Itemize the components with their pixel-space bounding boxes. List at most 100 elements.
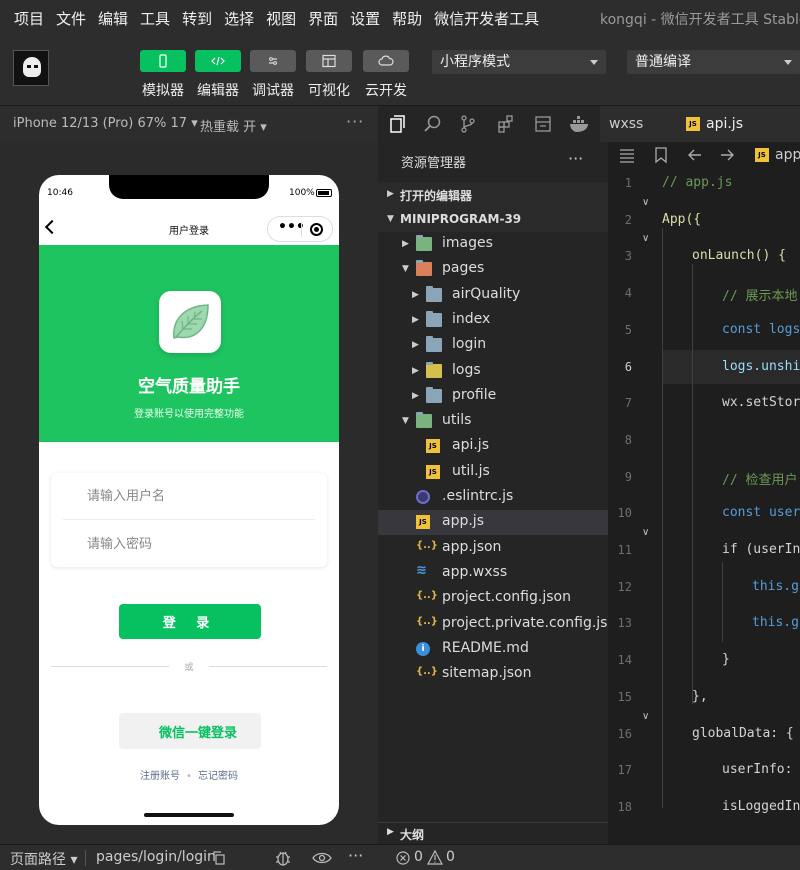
files-icon[interactable] (388, 114, 408, 134)
line-number: 7 (624, 396, 632, 411)
extensions-icon[interactable] (496, 114, 516, 134)
editor-toggle-button[interactable] (195, 50, 241, 72)
mode-select[interactable]: 小程序模式 (432, 50, 606, 74)
docker-icon[interactable] (568, 114, 592, 134)
menu-item[interactable]: 编辑 (98, 8, 128, 29)
fold-chevron-icon[interactable]: ∨ (642, 527, 649, 538)
nav-bar: 用户登录 ••• (39, 215, 339, 245)
username-input[interactable] (87, 481, 307, 511)
code-line: // 展示本地 (722, 289, 798, 305)
tree-item[interactable]: {..} app.json (378, 536, 608, 561)
simulator-more-button[interactable]: ··· (346, 112, 364, 131)
tree-item[interactable]: ▶ login (378, 333, 608, 358)
hot-reload-toggle[interactable]: 热重载 开 ▾ (200, 116, 267, 135)
layout-icon (322, 54, 336, 68)
statusbar-more-button[interactable]: ··· (348, 846, 363, 865)
user-avatar[interactable] (13, 50, 49, 86)
debugger-label: 调试器 (252, 83, 294, 99)
js-file-icon: JS (755, 148, 769, 162)
source-control-icon[interactable] (458, 114, 478, 134)
arrow-left-icon[interactable] (686, 146, 704, 164)
menu-item[interactable]: 微信开发者工具 (434, 8, 539, 29)
warning-icon[interactable] (427, 850, 443, 865)
menu-item[interactable]: 选择 (224, 8, 254, 29)
tree-item[interactable]: JS app.js (378, 510, 608, 536)
folder-icon (426, 336, 442, 353)
error-icon[interactable] (396, 851, 410, 865)
debugger-toggle-button[interactable] (250, 50, 296, 72)
tree-item[interactable]: JS util.js (378, 460, 608, 485)
simulator-toggle-button[interactable] (140, 50, 186, 72)
fold-chevron-icon[interactable]: ∨ (642, 711, 649, 722)
login-button[interactable]: 登 录 (119, 604, 261, 639)
storage-icon[interactable] (533, 114, 553, 134)
search-icon[interactable] (423, 114, 443, 134)
list-icon[interactable] (618, 146, 636, 164)
register-link[interactable]: 注册账号 (140, 771, 180, 782)
wechat-login-button[interactable]: 微信一键登录 (119, 713, 261, 749)
tab-wxss[interactable]: wxss (600, 106, 672, 142)
arrow-right-icon[interactable] (718, 146, 736, 164)
copy-icon[interactable] (212, 851, 226, 865)
explorer-more-button[interactable]: ··· (568, 149, 583, 168)
mode-select-value: 小程序模式 (440, 54, 510, 70)
menu-item[interactable]: 转到 (182, 8, 212, 29)
menu-item[interactable]: 设置 (350, 8, 380, 29)
outline-section[interactable]: ▶ 大纲 (378, 822, 608, 844)
tree-item[interactable]: .eslintrc.js (378, 485, 608, 510)
editor-breadcrumb: JS app (608, 142, 800, 168)
menu-item[interactable]: 项目 (14, 8, 44, 29)
phone-notch (109, 175, 269, 199)
tree-item[interactable]: {..} project.config.json (378, 586, 608, 611)
open-editors-section[interactable]: ▶ 打开的编辑器 (378, 182, 608, 207)
tree-item-label: project.private.config.js... (442, 614, 621, 631)
fold-chevron-icon[interactable]: ∨ (642, 197, 649, 208)
chevron-right-icon: ▶ (387, 827, 394, 837)
menu-item[interactable]: 帮助 (392, 8, 422, 29)
code-line: const logs (722, 321, 800, 337)
or-text: 或 (184, 663, 194, 673)
fold-chevron-icon[interactable]: ∨ (642, 233, 649, 244)
error-count: 0 (414, 849, 423, 865)
line-number: 8 (624, 432, 632, 447)
eye-icon[interactable] (312, 850, 332, 866)
tree-item[interactable]: ▶ images (378, 232, 608, 257)
tree-item[interactable]: ▼ pages (378, 257, 608, 282)
menu-item[interactable]: 视图 (266, 8, 296, 29)
tree-item-label: project.config.json (442, 589, 571, 606)
breadcrumb-file[interactable]: JS app (755, 147, 800, 163)
tab-api-js[interactable]: JS api.js (672, 106, 800, 142)
compile-select[interactable]: 普通编译 (627, 50, 800, 74)
menu-item[interactable]: 工具 (140, 8, 170, 29)
device-select[interactable]: iPhone 12/13 (Pro) 67% 17 ▾ (13, 116, 198, 131)
debug-icon (269, 57, 277, 65)
tree-item[interactable]: JS api.js (378, 434, 608, 459)
tree-item[interactable]: ▶ logs (378, 359, 608, 384)
password-input[interactable] (87, 529, 307, 559)
tree-item-label: app.json (442, 538, 502, 555)
forgot-password-link[interactable]: 忘记密码 (198, 771, 238, 782)
page-path[interactable]: pages/login/login (96, 849, 216, 865)
bookmark-icon[interactable] (652, 146, 670, 164)
leaf-icon (173, 304, 209, 339)
code-line: App({ (662, 211, 702, 227)
menu-item[interactable]: 文件 (56, 8, 86, 29)
bug-icon[interactable] (274, 849, 292, 867)
page-path-label[interactable]: 页面路径 ▾ (10, 849, 77, 869)
project-section[interactable]: ▼ MINIPROGRAM-39 (378, 207, 608, 232)
visual-toggle-button[interactable] (306, 50, 352, 72)
close-target-icon[interactable] (310, 223, 323, 236)
tree-item[interactable]: ▶ airQuality (378, 283, 608, 308)
tree-item[interactable]: {..} project.private.config.js... (378, 612, 621, 637)
tree-item[interactable]: ▶ index (378, 308, 608, 333)
tree-item[interactable]: ≋ app.wxss (378, 561, 608, 586)
tree-item[interactable]: {..} sitemap.json (378, 662, 608, 687)
tree-item-label: util.js (452, 462, 490, 479)
menu-item[interactable]: 界面 (308, 8, 338, 29)
tree-item[interactable]: ▶ profile (378, 384, 608, 409)
tree-item[interactable]: ▼ utils (378, 409, 608, 434)
code-editor[interactable]: JS app 1 // app.js 2 ∨ App({3 ∨ onLaunch() {4 //… (608, 142, 800, 844)
cloud-toggle-button[interactable] (363, 50, 409, 72)
tree-item[interactable]: i README.md (378, 637, 608, 662)
explorer-panel: 资源管理器 ··· ▶ 打开的编辑器 ▼ MINIPROGRAM-39 ▶ ima… (378, 142, 621, 844)
